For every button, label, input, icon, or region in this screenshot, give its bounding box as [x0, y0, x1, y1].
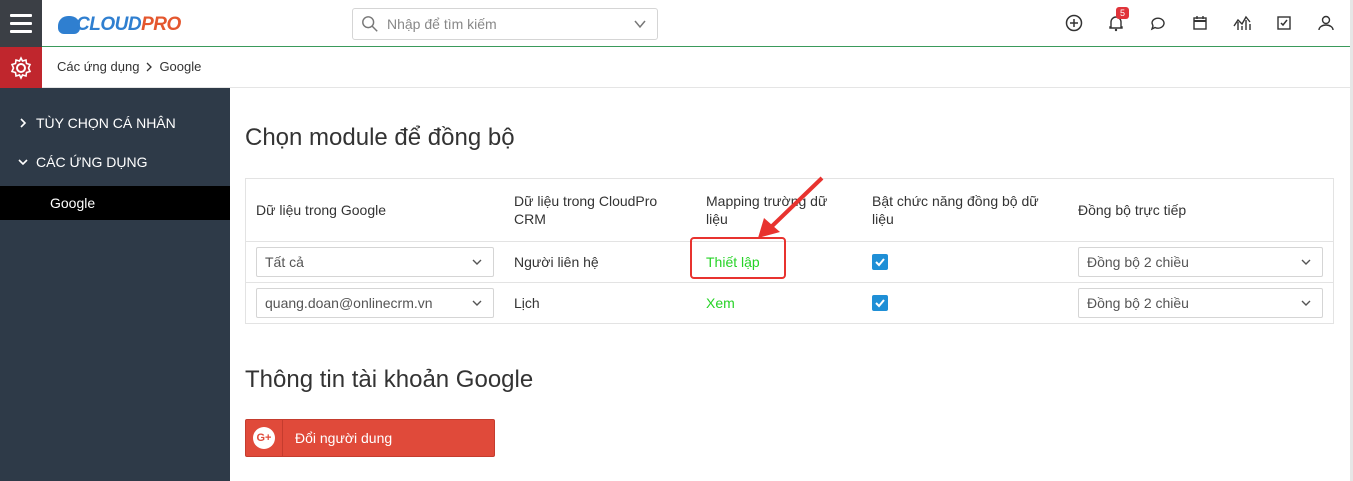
mapping-view-link[interactable]: Xem [706, 295, 735, 311]
annotation-arrow-icon [758, 176, 824, 238]
sidebar-item-personal-options[interactable]: TÙY CHỌN CÁ NHÂN [18, 115, 176, 131]
change-user-label: Đổi người dung [295, 430, 393, 446]
search-box[interactable] [352, 8, 658, 40]
sidebar-item-label: TÙY CHỌN CÁ NHÂN [36, 115, 176, 131]
select-value: Đồng bộ 2 chiều [1087, 295, 1189, 311]
sync-direction-select[interactable]: Đồng bộ 2 chiều [1078, 247, 1323, 277]
breadcrumb-current: Google [159, 59, 202, 74]
chevron-down-icon [472, 259, 482, 265]
search-icon [362, 16, 378, 32]
logo-suffix: PRO [141, 14, 181, 35]
sidebar-item-label: CÁC ỨNG DỤNG [36, 154, 148, 170]
column-header: Dữ liệu trong Google [245, 178, 504, 242]
chart-icon[interactable] [1231, 12, 1253, 34]
breadcrumb-parent[interactable]: Các ứng dụng [57, 59, 139, 74]
settings-gear-icon[interactable] [0, 47, 42, 88]
sync-enabled-checkbox[interactable] [872, 254, 888, 270]
google-plus-glyph: G+ [253, 427, 275, 449]
logo-prefix: CLOUD [76, 14, 142, 35]
notification-badge: 5 [1116, 7, 1130, 19]
chevron-down-icon [18, 159, 28, 166]
breadcrumb-bar: Các ứng dụng Google [0, 47, 1350, 88]
calendar-icon[interactable] [1189, 12, 1211, 34]
search-input[interactable] [385, 15, 633, 33]
crm-module: Người liên hệ [504, 241, 696, 283]
user-icon[interactable] [1315, 12, 1337, 34]
bell-icon[interactable]: 5 [1105, 7, 1130, 34]
task-check-icon[interactable] [1273, 12, 1295, 34]
logo[interactable]: CLOUDPRO [58, 12, 181, 38]
sidebar-item-apps[interactable]: CÁC ỨNG DỤNG [18, 154, 148, 170]
google-data-select[interactable]: quang.doan@onlinecrm.vn [256, 288, 494, 318]
chevron-right-icon [20, 118, 27, 128]
column-header: Đồng bộ trực tiếp [1068, 178, 1334, 242]
sidebar-subitem-label: Google [50, 195, 96, 211]
crm-module: Lịch [504, 282, 696, 324]
chevron-down-icon [1301, 259, 1311, 265]
select-value: Tất cả [265, 254, 304, 270]
google-data-select[interactable]: Tất cả [256, 247, 494, 277]
select-value: Đồng bộ 2 chiều [1087, 254, 1189, 270]
menu-icon[interactable] [0, 0, 42, 47]
main-content: Chọn module để đồng bộ Dữ liệu trong Goo… [230, 88, 1350, 481]
chevron-right-icon [146, 62, 153, 71]
select-value: quang.doan@onlinecrm.vn [265, 295, 433, 311]
add-icon[interactable] [1063, 12, 1085, 34]
table-row: quang.doan@onlinecrm.vn Lịch Xem Đồng bộ… [245, 282, 1334, 324]
chevron-down-icon [1301, 300, 1311, 306]
section-title-modules: Chọn module để đồng bộ [245, 124, 515, 151]
chat-icon[interactable] [1147, 12, 1169, 34]
top-icons: 5 [1063, 7, 1337, 34]
chevron-down-icon [472, 300, 482, 306]
sidebar: TÙY CHỌN CÁ NHÂN CÁC ỨNG DỤNG Google [0, 88, 230, 481]
sync-direction-select[interactable]: Đồng bộ 2 chiều [1078, 288, 1323, 318]
section-title-google-account: Thông tin tài khoản Google [245, 366, 534, 393]
sidebar-subitem-google[interactable]: Google [0, 186, 230, 220]
column-header: Bật chức năng đồng bộ dữ liệu [862, 178, 1068, 242]
breadcrumb: Các ứng dụng Google [57, 59, 201, 74]
sync-enabled-checkbox[interactable] [872, 295, 888, 311]
table-row: Tất cả Người liên hệ Thiết lập Đồng bộ 2… [245, 241, 1334, 283]
column-header: Dữ liệu trong CloudPro CRM [504, 178, 696, 242]
top-bar: CLOUDPRO 5 [0, 0, 1353, 47]
chevron-down-icon[interactable] [633, 17, 647, 31]
change-user-button[interactable]: G+ Đổi người dung [245, 419, 495, 457]
google-plus-icon: G+ [246, 420, 283, 456]
